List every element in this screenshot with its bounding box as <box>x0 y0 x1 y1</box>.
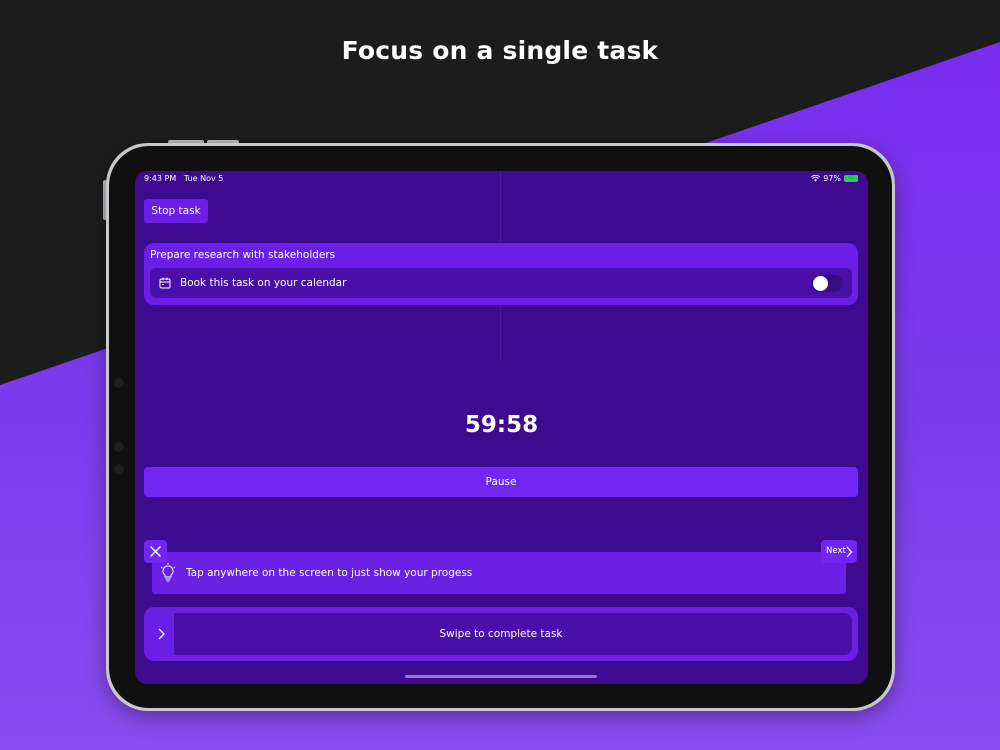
toggle-knob <box>813 276 828 291</box>
bezel-dot <box>114 442 124 452</box>
countdown-timer: 59:58 <box>464 412 539 438</box>
next-hint-button[interactable]: Next <box>821 540 857 563</box>
status-bar: 9:43 PM Tue Nov 5 97% 42 <box>144 174 858 188</box>
calendar-icon <box>159 277 171 289</box>
hint-tooltip: Tap anywhere on the screen to just show … <box>152 552 846 594</box>
battery-percent: 97% <box>823 174 841 183</box>
next-label: Next <box>826 546 846 556</box>
status-right: 97% 42 <box>811 174 858 183</box>
app-screen[interactable]: 9:43 PM Tue Nov 5 97% 42 Stop task Prepa… <box>135 171 868 684</box>
close-icon <box>150 546 161 557</box>
pause-button[interactable]: Pause <box>144 467 858 497</box>
calendar-row[interactable]: Book this task on your calendar <box>150 268 852 298</box>
task-title: Prepare research with stakeholders <box>150 249 336 261</box>
calendar-toggle[interactable] <box>811 275 843 292</box>
home-indicator[interactable] <box>405 675 597 678</box>
chevron-right-icon <box>846 546 853 558</box>
task-card: Prepare research with stakeholders Book … <box>144 243 858 305</box>
bezel-dot <box>114 464 124 474</box>
close-hint-button[interactable] <box>144 540 167 563</box>
swipe-track-inner: Swipe to complete task <box>150 613 852 655</box>
status-date: Tue Nov 5 <box>183 174 224 183</box>
bezel-dot <box>114 378 124 388</box>
calendar-label: Book this task on your calendar <box>180 277 347 289</box>
hint-text: Tap anywhere on the screen to just show … <box>186 567 473 579</box>
lightbulb-icon <box>160 563 176 582</box>
status-time: 9:43 PM Tue Nov 5 <box>144 174 223 183</box>
wifi-icon <box>811 175 821 182</box>
status-time-value: 9:43 PM <box>144 174 177 183</box>
battery-icon: 42 <box>844 175 858 182</box>
swipe-to-complete[interactable]: Swipe to complete task <box>144 607 858 661</box>
headline: Focus on a single task <box>341 36 659 65</box>
stop-task-button[interactable]: Stop task <box>144 199 208 223</box>
swipe-label: Swipe to complete task <box>439 628 563 640</box>
